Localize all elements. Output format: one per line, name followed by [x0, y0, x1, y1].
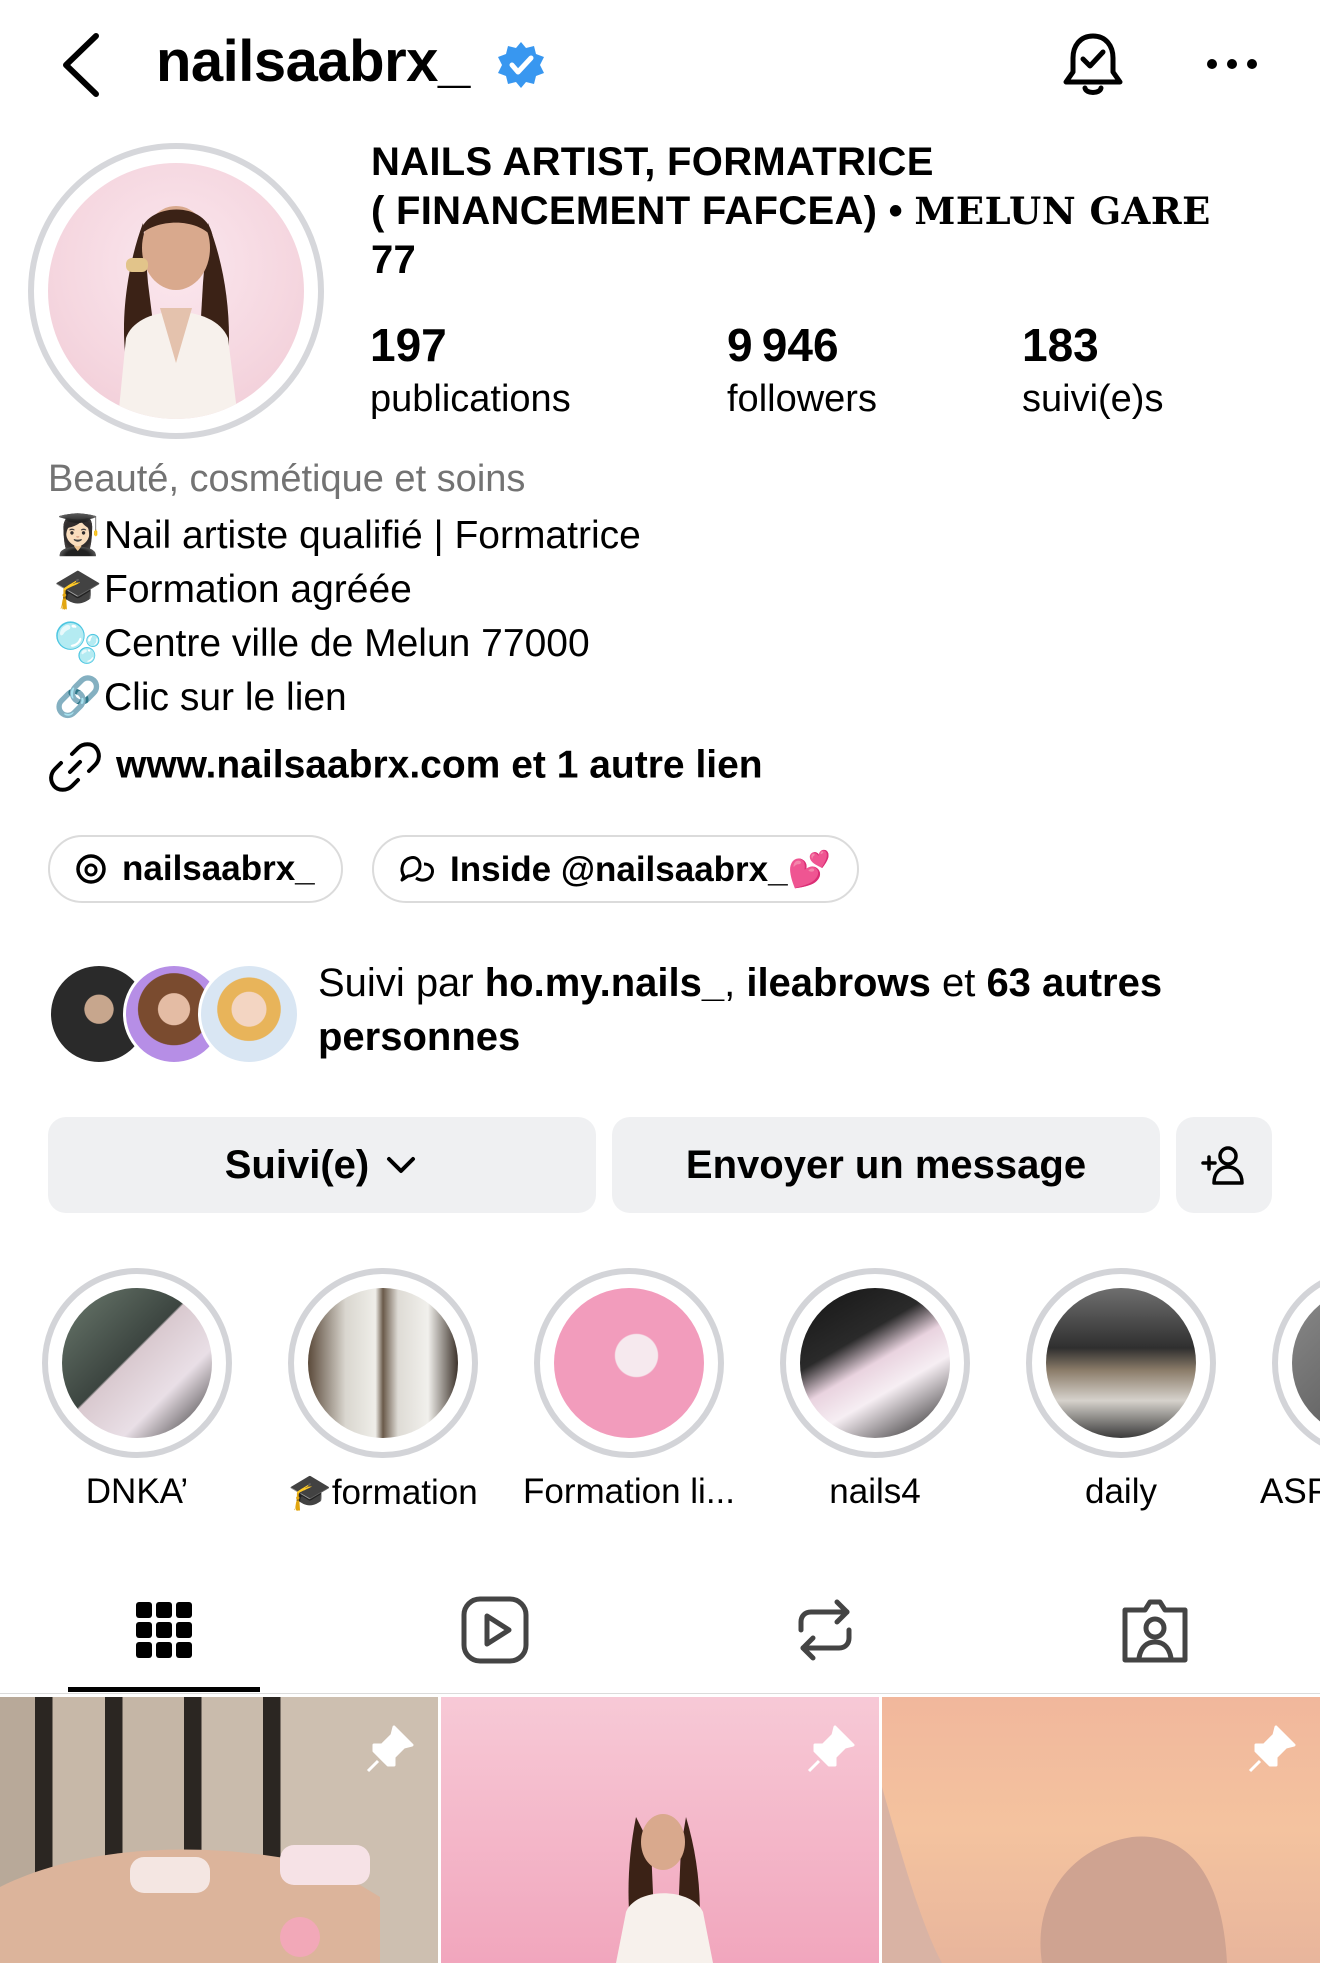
send-message-button[interactable]: Envoyer un message: [612, 1117, 1160, 1213]
threads-pill[interactable]: nailsaabrx_: [48, 835, 343, 903]
external-link[interactable]: www.nailsaabrx.com et 1 autre lien: [48, 740, 763, 794]
profile-username: nailsaabrx_: [156, 29, 470, 94]
posts-label: publications: [370, 378, 571, 420]
reels-icon: [461, 1596, 529, 1664]
highlight-label: 🎓formation: [288, 1473, 478, 1512]
story-highlight[interactable]: Formation li...: [523, 1268, 735, 1512]
channel-icon: [400, 856, 434, 882]
highlight-label: ASP: [1260, 1472, 1320, 1511]
link-icon: [49, 742, 101, 792]
bio-line: 🔗Clic sur le lien: [53, 676, 347, 719]
profile-display-name: NAILS ARTIST, FORMATRICE ( FINANCEMENT F…: [371, 140, 1211, 282]
story-highlight[interactable]: daily: [1026, 1268, 1216, 1512]
mutual-followers-text[interactable]: Suivi par ho.my.nails_, ileabrows et 63 …: [318, 956, 1278, 1064]
followers-count: 9 946: [727, 319, 839, 371]
following-stat[interactable]: 183 suivi(e)s: [1022, 318, 1163, 421]
verified-badge-icon: [496, 40, 546, 90]
pin-icon: [366, 1725, 414, 1773]
notification-bell-icon: [1063, 33, 1123, 95]
highlight-label: DNKA’: [85, 1472, 189, 1511]
highlight-label: daily: [1085, 1472, 1157, 1511]
channel-pill[interactable]: Inside @nailsaabrx_💕: [372, 835, 860, 903]
link-text: www.nailsaabrx.com et 1 autre lien: [116, 743, 763, 787]
mutual-followers-avatars[interactable]: [48, 963, 300, 1065]
post-thumbnail[interactable]: [441, 1697, 879, 1963]
following-count: 183: [1022, 319, 1099, 371]
active-tab-indicator: [68, 1687, 260, 1692]
post-thumbnail[interactable]: [882, 1697, 1320, 1963]
post-thumbnail[interactable]: [0, 1697, 438, 1963]
tab-reels[interactable]: [455, 1590, 535, 1670]
tab-reposts[interactable]: [785, 1590, 865, 1670]
suggested-users-button[interactable]: [1176, 1117, 1272, 1213]
highlight-label: Formation li...: [523, 1472, 735, 1511]
pin-icon: [807, 1725, 855, 1773]
bio-line: 🎓Formation agréée: [53, 568, 412, 611]
posts-count: 197: [370, 319, 447, 371]
more-options-icon: [1207, 59, 1257, 69]
profile-tabs: [0, 1570, 1320, 1694]
profile-category: Beauté, cosmétique et soins: [48, 458, 526, 500]
bio-line: 🫧Centre ville de Melun 77000: [53, 622, 590, 665]
followers-label: followers: [727, 378, 877, 420]
reposts-icon: [798, 1599, 852, 1661]
chevron-down-icon: [387, 1157, 416, 1173]
story-highlight[interactable]: 🎓formation: [288, 1268, 478, 1513]
tab-tagged[interactable]: [1115, 1590, 1195, 1670]
bio-line: 👩🏻‍🎓Nail artiste qualifié | Formatrice: [53, 514, 641, 557]
tab-grid[interactable]: [124, 1590, 204, 1670]
following-button[interactable]: Suivi(e): [48, 1117, 596, 1213]
pin-icon: [1248, 1725, 1296, 1773]
following-label: suivi(e)s: [1022, 378, 1164, 420]
highlight-label: nails4: [829, 1472, 921, 1511]
back-chevron-icon: [63, 33, 99, 97]
avatar: [198, 963, 300, 1065]
posts-stat[interactable]: 197 publications: [370, 318, 571, 421]
add-user-icon: [1201, 1146, 1244, 1185]
story-highlight[interactable]: DNKA’: [42, 1268, 232, 1512]
back-button[interactable]: [58, 30, 106, 100]
notification-bell-button[interactable]: [1058, 28, 1128, 102]
story-highlight[interactable]: nails4: [780, 1268, 970, 1512]
divider: [0, 1693, 1320, 1694]
profile-picture[interactable]: [48, 163, 304, 419]
story-highlight[interactable]: ASP: [1260, 1268, 1320, 1512]
more-options-button[interactable]: [1204, 44, 1260, 84]
followers-stat[interactable]: 9 946 followers: [727, 318, 877, 421]
threads-icon: [76, 854, 106, 884]
tagged-icon: [1122, 1599, 1188, 1663]
grid-icon: [136, 1602, 192, 1658]
